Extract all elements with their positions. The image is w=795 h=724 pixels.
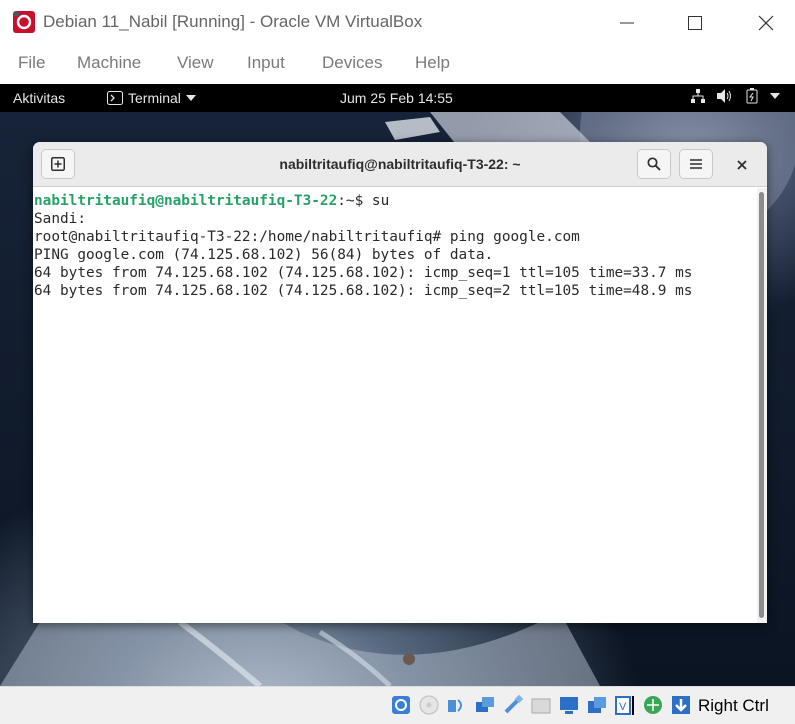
mouse-integration-icon[interactable]	[641, 693, 665, 717]
audio-icon[interactable]	[445, 693, 469, 717]
gnome-top-bar: Aktivitas Terminal Jum 25 Feb 14:55	[0, 84, 795, 112]
terminal-line: Sandi:	[34, 211, 86, 227]
close-icon[interactable]	[743, 0, 789, 46]
vbox-titlebar: Debian 11_Nabil [Running] - Oracle VM Vi…	[0, 0, 795, 46]
usb-icon[interactable]	[501, 693, 525, 717]
maximize-icon[interactable]	[672, 0, 718, 46]
terminal-output[interactable]: nabiltritaufiq@nabiltritaufiq-T3-22:~$ s…	[33, 188, 757, 623]
battery-icon	[746, 88, 758, 104]
close-icon	[737, 160, 747, 170]
chevron-down-icon	[185, 95, 196, 101]
scrollbar-thumb[interactable]	[759, 192, 764, 618]
app-menu-label: Terminal	[128, 90, 181, 106]
prompt-path: :~$	[337, 193, 372, 209]
network-adapter-icon[interactable]	[473, 693, 497, 717]
menu-devices[interactable]: Devices	[322, 53, 382, 73]
command-text: su	[371, 193, 390, 209]
shared-folders-icon[interactable]	[529, 693, 553, 717]
terminal-close-button[interactable]	[731, 154, 753, 176]
optical-drive-icon[interactable]	[417, 693, 441, 717]
keyboard-capture-icon[interactable]	[669, 693, 693, 717]
vbox-statusbar: V Right Ctrl	[0, 686, 795, 724]
power-menu-icon	[770, 93, 780, 99]
menu-button[interactable]	[679, 149, 713, 179]
menu-machine[interactable]: Machine	[77, 53, 141, 73]
menu-file[interactable]: File	[18, 53, 45, 73]
system-tray[interactable]	[690, 88, 780, 104]
video-capture-icon[interactable]	[585, 693, 609, 717]
activities-button[interactable]: Aktivitas	[13, 90, 65, 106]
network-icon	[691, 89, 705, 103]
virtualbox-debian-icon	[12, 10, 36, 34]
host-key-label: Right Ctrl	[698, 696, 769, 715]
terminal-line: 64 bytes from 74.125.68.102 (74.125.68.1…	[34, 283, 693, 299]
menu-input[interactable]: Input	[247, 53, 285, 73]
vm-display[interactable]: Aktivitas Terminal Jum 25 Feb 14:55 nabi…	[0, 84, 795, 686]
terminal-line: nabiltritaufiq@nabiltritaufiq-T3-22:~$ s…	[34, 192, 756, 210]
search-button[interactable]	[637, 149, 671, 179]
hard-disk-icon[interactable]	[389, 693, 413, 717]
volume-icon	[717, 89, 731, 103]
svg-text:V: V	[619, 701, 627, 713]
terminal-headerbar: nabiltritaufiq@nabiltritaufiq-T3-22: ~	[33, 142, 767, 187]
search-icon	[647, 157, 661, 171]
terminal-line: PING google.com (74.125.68.102) 56(84) b…	[34, 247, 494, 263]
display-icon[interactable]	[557, 693, 581, 717]
vbox-menubar: File Machine View Input Devices Help	[0, 46, 795, 80]
menu-view[interactable]: View	[177, 53, 214, 73]
terminal-app-icon	[107, 91, 123, 105]
terminal-line: 64 bytes from 74.125.68.102 (74.125.68.1…	[34, 265, 693, 281]
prompt-user: nabiltritaufiq@nabiltritaufiq-T3-22	[34, 193, 338, 209]
recording-icon[interactable]: V	[613, 693, 637, 717]
terminal-window[interactable]: nabiltritaufiq@nabiltritaufiq-T3-22: ~ n…	[33, 142, 767, 623]
device-indicators: V	[389, 693, 693, 717]
hamburger-menu-icon	[690, 159, 702, 169]
minimize-icon[interactable]	[604, 0, 650, 46]
window-title: Debian 11_Nabil [Running] - Oracle VM Vi…	[43, 12, 423, 31]
menu-help[interactable]: Help	[415, 53, 450, 73]
terminal-scrollbar[interactable]	[757, 188, 767, 623]
app-menu-terminal[interactable]: Terminal	[107, 90, 196, 106]
terminal-line: root@nabiltritaufiq-T3-22:/home/nabiltri…	[34, 229, 580, 245]
clock[interactable]: Jum 25 Feb 14:55	[340, 90, 453, 106]
